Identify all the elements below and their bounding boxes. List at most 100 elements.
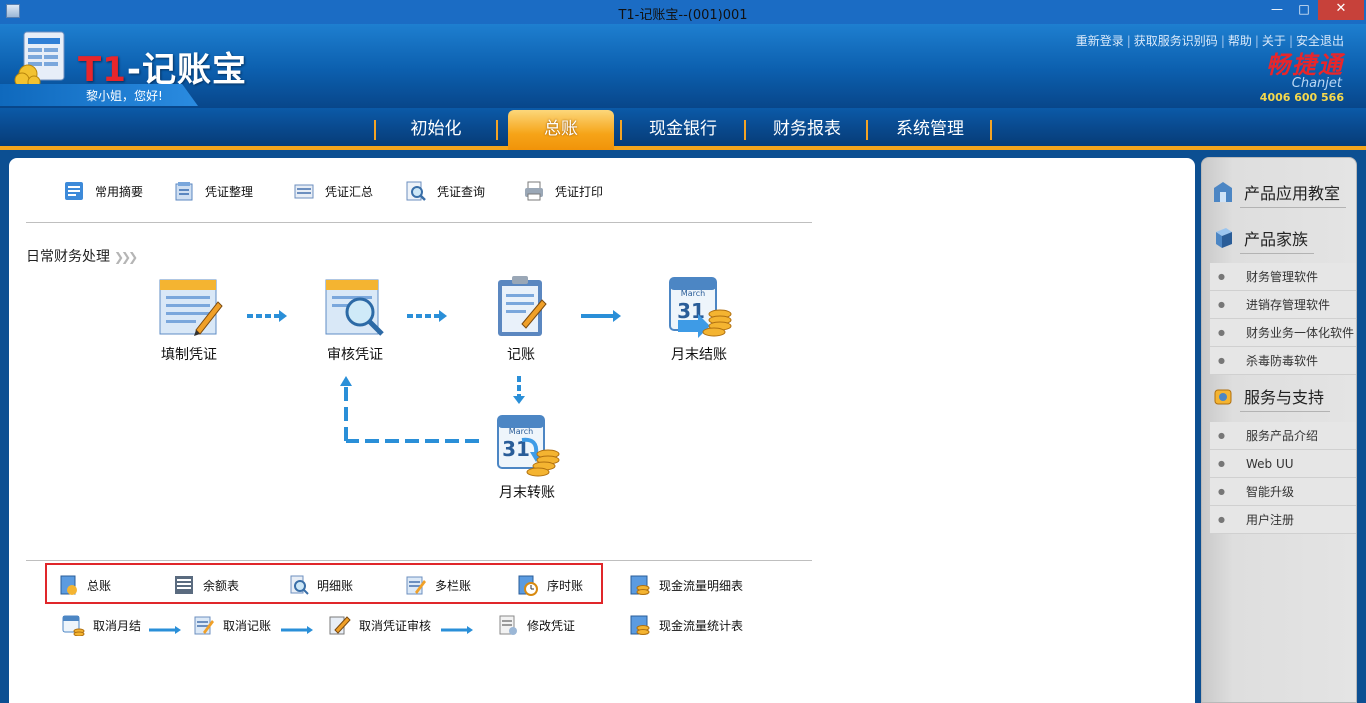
- product-classroom-link[interactable]: 产品应用教室: [1212, 180, 1347, 208]
- nav-separator: [866, 120, 868, 140]
- multi-column-ledger-button[interactable]: 多栏账: [405, 574, 471, 596]
- flow-arrows: [247, 310, 621, 443]
- sidebar-item-web-uu[interactable]: Web UU: [1210, 450, 1356, 478]
- arrow-head: [439, 310, 447, 322]
- magnifier-icon: [290, 575, 309, 595]
- link-separator: |: [1220, 34, 1225, 48]
- arrow-right-icon: [149, 626, 181, 634]
- title-bar: T1-记账宝--(001)001 — □ ✕: [0, 0, 1366, 24]
- sidebar-item-smart-upgrade[interactable]: 智能升级: [1210, 478, 1356, 506]
- cancel-voucher-audit-label: 取消凭证审核: [359, 618, 432, 633]
- arrow-head: [613, 310, 621, 322]
- edit-document-icon: [194, 616, 214, 635]
- sidebar-item-finance-software[interactable]: 财务管理软件: [1210, 263, 1356, 291]
- minimize-button[interactable]: —: [1264, 0, 1290, 20]
- cancel-post-label: 取消记账: [223, 618, 272, 633]
- multi-column-ledger-label: 多栏账: [435, 578, 472, 593]
- about-link[interactable]: 关于: [1262, 34, 1286, 48]
- modify-voucher-label: 修改凭证: [527, 618, 576, 633]
- heading-underline: [1240, 207, 1347, 208]
- main-nav: 初始化 总账 现金银行 财务报表 系统管理: [0, 108, 1366, 150]
- heading-underline: [1240, 411, 1331, 412]
- heading-underline: [1240, 253, 1315, 254]
- tab-cash-bank[interactable]: 现金银行: [624, 116, 742, 150]
- cash-flow-icon: [630, 615, 650, 635]
- general-ledger-report-label: 总账: [87, 578, 112, 593]
- cancel-month-close-label: 取消月结: [93, 618, 142, 633]
- get-service-code-link[interactable]: 获取服务识别码: [1134, 34, 1218, 48]
- document-icon: [499, 615, 517, 635]
- link-separator: |: [1288, 34, 1293, 48]
- tab-system-management[interactable]: 系统管理: [870, 116, 990, 150]
- balance-sheet-report-label: 余额表: [203, 578, 240, 593]
- product-family-heading: 产品家族: [1212, 226, 1315, 254]
- balance-table-icon: [175, 576, 193, 594]
- arrow-head: [340, 376, 352, 386]
- brand-name: 畅捷通: [1266, 51, 1344, 79]
- arrow-transfer-to-audit: [344, 386, 479, 443]
- tab-financial-reports[interactable]: 财务报表: [748, 116, 866, 150]
- arrow-right-icon: [281, 626, 313, 634]
- arrow-head: [513, 396, 525, 404]
- classroom-icon: [1214, 182, 1232, 202]
- link-separator: |: [1254, 34, 1259, 48]
- service-support-label: 服务与支持: [1244, 388, 1325, 407]
- main-panel: 常用摘要 凭证整理 凭证汇总 凭证查询 凭证打印 日常财务处理❯❯❯ 填制凭证: [9, 158, 1195, 703]
- divider: [26, 560, 812, 561]
- app-header: T1-记账宝 黎小姐，您好! 重新登录 | 获取服务识别码 | 帮助 | 关于 | 安全退出 畅…: [0, 24, 1366, 108]
- relogin-link[interactable]: 重新登录: [1076, 34, 1124, 48]
- cash-flow-statistics-label: 现金流量统计表: [659, 618, 744, 633]
- detail-ledger-report-label: 明细账: [317, 578, 354, 593]
- maximize-button[interactable]: □: [1290, 0, 1318, 20]
- logo-icon: [14, 30, 68, 89]
- ledger-icon: [60, 575, 77, 595]
- sidebar-item-integrated-software[interactable]: 财务业务一体化软件: [1210, 319, 1356, 347]
- chronological-ledger-label: 序时账: [547, 578, 584, 593]
- detail-ledger-report-button[interactable]: 明细账: [289, 574, 353, 596]
- chronological-ledger-button[interactable]: 序时账: [517, 574, 583, 596]
- brand-name-en: Chanjet: [1291, 76, 1342, 91]
- cancel-month-close-button[interactable]: 取消月结: [61, 614, 141, 636]
- arrow-right-icon: [441, 626, 473, 634]
- cash-flow-statistics-button[interactable]: 现金流量统计表: [629, 614, 743, 636]
- nav-separator: [990, 120, 992, 140]
- sidebar-item-inventory-software[interactable]: 进销存管理软件: [1210, 291, 1356, 319]
- sidebar-item-antivirus-software[interactable]: 杀毒防毒软件: [1210, 347, 1356, 375]
- user-greeting: 黎小姐，您好!: [86, 89, 163, 103]
- tab-general-ledger[interactable]: 总账: [508, 110, 614, 150]
- sidebar-item-service-intro[interactable]: 服务产品介绍: [1210, 422, 1356, 450]
- general-ledger-report-button[interactable]: 总账: [59, 574, 111, 596]
- cash-flow-detail-label: 现金流量明细表: [659, 578, 744, 593]
- cash-flow-icon: [630, 575, 650, 595]
- pen-document-icon: [329, 616, 351, 635]
- top-links: 重新登录 | 获取服务识别码 | 帮助 | 关于 | 安全退出: [1076, 32, 1344, 49]
- safe-exit-link[interactable]: 安全退出: [1296, 34, 1344, 48]
- link-separator: |: [1126, 34, 1131, 48]
- product-box-icon: [1216, 228, 1232, 248]
- balance-sheet-report-button[interactable]: 余额表: [173, 574, 239, 596]
- edit-document-icon: [406, 576, 426, 595]
- arrow-head: [279, 310, 287, 322]
- clock-document-icon: [518, 575, 538, 596]
- month-end-transfer-label: 月末转账: [499, 485, 555, 501]
- cancel-post-button[interactable]: 取消记账: [193, 614, 271, 636]
- cancel-voucher-audit-button[interactable]: 取消凭证审核: [327, 614, 431, 636]
- product-classroom-label: 产品应用教室: [1244, 184, 1341, 203]
- nav-separator: [620, 120, 622, 140]
- window-title: T1-记账宝--(001)001: [618, 8, 748, 23]
- brand-phone: 4006 600 566: [1259, 91, 1344, 104]
- service-icon: [1214, 389, 1232, 405]
- nav-separator: [744, 120, 746, 140]
- right-sidebar: 产品应用教室 产品家族 财务管理软件 进销存管理软件 财务业务一体化软件 杀毒防…: [1201, 157, 1357, 703]
- app-logo-text: T1-记账宝: [78, 42, 247, 91]
- nav-separator: [496, 120, 498, 140]
- help-link[interactable]: 帮助: [1228, 34, 1252, 48]
- modify-voucher-button[interactable]: 修改凭证: [497, 614, 575, 636]
- close-button[interactable]: ✕: [1318, 0, 1364, 20]
- cash-flow-detail-button[interactable]: 现金流量明细表: [629, 574, 743, 596]
- sidebar-item-user-register[interactable]: 用户注册: [1210, 506, 1356, 534]
- product-family-label: 产品家族: [1244, 230, 1309, 249]
- tab-initialize[interactable]: 初始化: [378, 116, 494, 150]
- calendar-undo-icon: [62, 615, 85, 636]
- nav-separator: [374, 120, 376, 140]
